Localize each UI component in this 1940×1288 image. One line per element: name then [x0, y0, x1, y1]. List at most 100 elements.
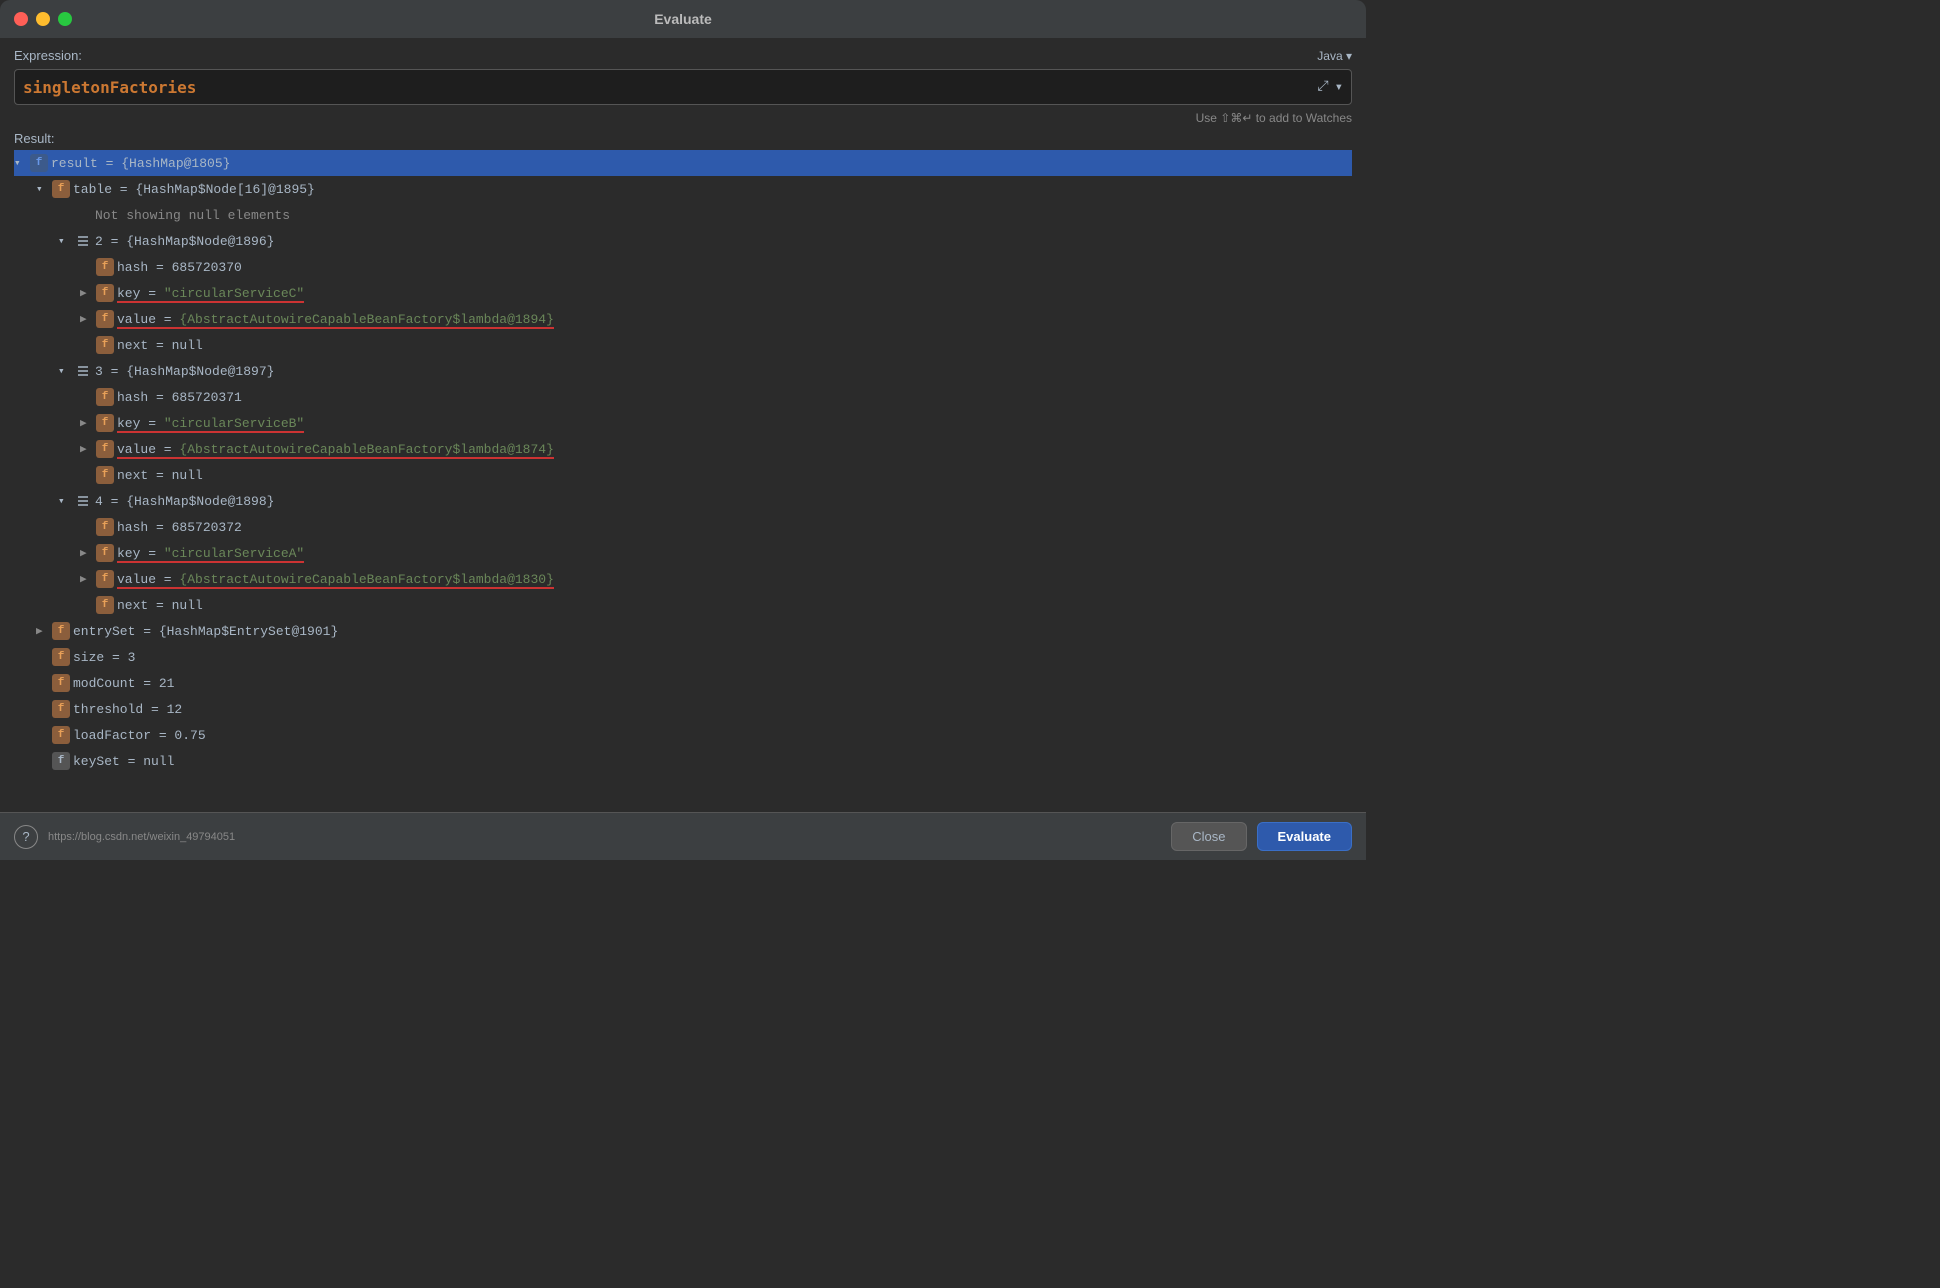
field-icon-orange: f: [52, 726, 70, 744]
minimize-window-button[interactable]: [36, 12, 50, 26]
tree-row[interactable]: Not showing null elements: [14, 202, 1352, 228]
tree-item-value: "circularServiceB": [164, 416, 304, 433]
tree-item-text: key = "circularServiceB": [117, 416, 304, 431]
tree-row[interactable]: fhash = 685720372: [14, 514, 1352, 540]
tree-item-text: size = 3: [73, 650, 135, 665]
tree-item-text: threshold = 12: [73, 702, 182, 717]
tree-item-text: key = "circularServiceA": [117, 546, 304, 561]
expand-arrow[interactable]: ▶: [80, 546, 96, 560]
tree-item-text: next = null: [117, 598, 203, 613]
list-icon: [74, 492, 92, 510]
tree-item-text: keySet = null: [73, 754, 174, 769]
no-icon: [74, 206, 92, 224]
tree-item-text: hash = 685720370: [117, 260, 242, 275]
evaluate-button[interactable]: Evaluate: [1257, 822, 1352, 851]
tree-item-text: result = {HashMap@1805}: [51, 156, 230, 171]
field-icon-gray: f: [52, 752, 70, 770]
language-selector[interactable]: Java ▾: [1317, 49, 1352, 63]
tree-item-value: "circularServiceA": [164, 546, 304, 563]
tree-row[interactable]: fsize = 3: [14, 644, 1352, 670]
tree-item-key: key =: [117, 546, 164, 563]
tree-item-key: value =: [117, 442, 179, 459]
tree-row[interactable]: ▶fentrySet = {HashMap$EntrySet@1901}: [14, 618, 1352, 644]
tree-row[interactable]: ▶fvalue = {AbstractAutowireCapableBeanFa…: [14, 306, 1352, 332]
tree-row[interactable]: fthreshold = 12: [14, 696, 1352, 722]
expand-arrow[interactable]: ▾: [58, 494, 74, 508]
field-icon-orange: f: [96, 388, 114, 406]
expand-arrow[interactable]: ▾: [58, 234, 74, 248]
tree-item-text: key = "circularServiceC": [117, 286, 304, 301]
tree-row[interactable]: fnext = null: [14, 592, 1352, 618]
tree-row[interactable]: fnext = null: [14, 332, 1352, 358]
field-icon-orange: f: [52, 180, 70, 198]
expand-arrow[interactable]: ▶: [80, 286, 96, 300]
window-controls[interactable]: [14, 12, 72, 26]
tree-row[interactable]: fmodCount = 21: [14, 670, 1352, 696]
expand-arrow[interactable]: ▶: [80, 442, 96, 456]
tree-item-text: entrySet = {HashMap$EntrySet@1901}: [73, 624, 338, 639]
tree-item-key: value =: [117, 312, 179, 329]
dropdown-icon[interactable]: ▾: [1335, 79, 1343, 96]
result-label: Result:: [14, 131, 1352, 146]
close-button[interactable]: Close: [1171, 822, 1246, 851]
footer-url: https://blog.csdn.net/weixin_49794051: [48, 831, 235, 843]
expression-input-row[interactable]: ⤢ ▾: [14, 69, 1352, 105]
list-icon: [74, 362, 92, 380]
tree-row[interactable]: ▾fresult = {HashMap@1805}: [14, 150, 1352, 176]
tree-row[interactable]: ▾ftable = {HashMap$Node[16]@1895}: [14, 176, 1352, 202]
field-icon-orange: f: [96, 336, 114, 354]
expression-row: Expression: Java ▾: [14, 48, 1352, 63]
field-icon-orange: f: [96, 414, 114, 432]
expand-arrow[interactable]: ▾: [14, 156, 30, 170]
tree-row[interactable]: fnext = null: [14, 462, 1352, 488]
field-icon-orange: f: [96, 518, 114, 536]
main-content: Expression: Java ▾ ⤢ ▾ Use ⇧⌘↵ to add to…: [0, 38, 1366, 812]
tree-item-text: loadFactor = 0.75: [73, 728, 206, 743]
field-icon-orange: f: [52, 648, 70, 666]
window-title: Evaluate: [654, 11, 712, 27]
expression-input[interactable]: [23, 78, 1317, 97]
tree-row[interactable]: floadFactor = 0.75: [14, 722, 1352, 748]
tree-item-text: value = {AbstractAutowireCapableBeanFact…: [117, 572, 554, 587]
tree-item-key: value =: [117, 572, 179, 589]
close-window-button[interactable]: [14, 12, 28, 26]
help-button[interactable]: ?: [14, 825, 38, 849]
title-bar: Evaluate: [0, 0, 1366, 38]
tree-item-text: 4 = {HashMap$Node@1898}: [95, 494, 274, 509]
expand-arrow[interactable]: ▾: [58, 364, 74, 378]
tree-row[interactable]: fhash = 685720371: [14, 384, 1352, 410]
tree-row[interactable]: fhash = 685720370: [14, 254, 1352, 280]
tree-item-key: key =: [117, 286, 164, 303]
field-icon-orange: f: [52, 622, 70, 640]
tree-container[interactable]: ▾fresult = {HashMap@1805}▾ftable = {Hash…: [14, 150, 1352, 812]
tree-row[interactable]: ▾3 = {HashMap$Node@1897}: [14, 358, 1352, 384]
tree-row[interactable]: ▾2 = {HashMap$Node@1896}: [14, 228, 1352, 254]
tree-row[interactable]: ▶fkey = "circularServiceB": [14, 410, 1352, 436]
tree-row[interactable]: ▶fkey = "circularServiceA": [14, 540, 1352, 566]
tree-item-text: modCount = 21: [73, 676, 174, 691]
tree-row[interactable]: fkeySet = null: [14, 748, 1352, 774]
expand-arrow[interactable]: ▶: [80, 572, 96, 586]
watches-hint: Use ⇧⌘↵ to add to Watches: [14, 111, 1352, 125]
tree-item-text: value = {AbstractAutowireCapableBeanFact…: [117, 442, 554, 457]
tree-item-value: {AbstractAutowireCapableBeanFactory$lamb…: [179, 312, 553, 329]
expand-arrow[interactable]: ▶: [80, 416, 96, 430]
expression-label: Expression:: [14, 48, 82, 63]
tree-item-value: "circularServiceC": [164, 286, 304, 303]
field-icon-orange: f: [96, 440, 114, 458]
field-icon-orange: f: [96, 596, 114, 614]
tree-row[interactable]: ▾ 4 = {HashMap$Node@1898}: [14, 488, 1352, 514]
expand-arrow[interactable]: ▶: [36, 624, 52, 638]
expand-arrow[interactable]: ▾: [36, 182, 52, 196]
expand-icon[interactable]: ⤢: [1317, 79, 1328, 95]
tree-item-text: Not showing null elements: [95, 208, 290, 223]
tree-row[interactable]: ▶fvalue = {AbstractAutowireCapableBeanFa…: [14, 566, 1352, 592]
tree-item-text: value = {AbstractAutowireCapableBeanFact…: [117, 312, 554, 327]
tree-item-text: hash = 685720371: [117, 390, 242, 405]
field-icon-orange: f: [96, 466, 114, 484]
maximize-window-button[interactable]: [58, 12, 72, 26]
field-icon-orange: f: [52, 674, 70, 692]
tree-row[interactable]: ▶fvalue = {AbstractAutowireCapableBeanFa…: [14, 436, 1352, 462]
tree-row[interactable]: ▶fkey = "circularServiceC": [14, 280, 1352, 306]
expand-arrow[interactable]: ▶: [80, 312, 96, 326]
